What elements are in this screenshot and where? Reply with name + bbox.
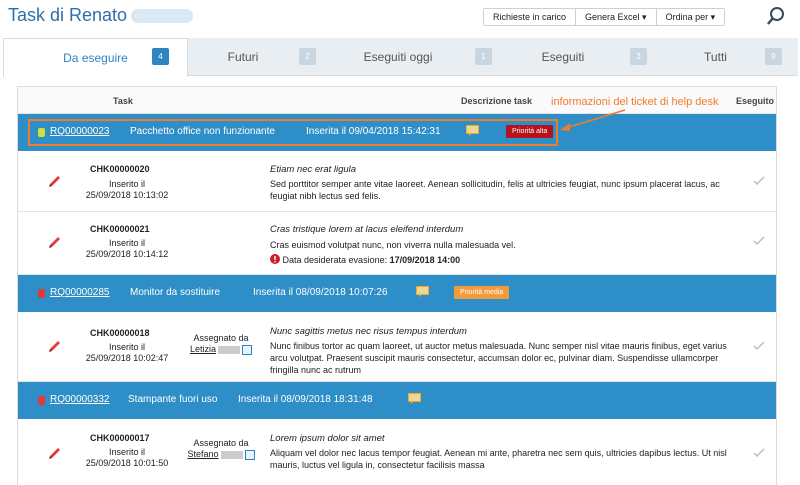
check-icon[interactable] bbox=[753, 448, 765, 458]
task-code: CHK00000021 bbox=[90, 224, 150, 234]
pencil-icon[interactable] bbox=[48, 235, 62, 249]
task-inserted: Inserito il 25/09/2018 10:01:50 bbox=[85, 447, 169, 468]
task-title: Lorem ipsum dolor sit amet bbox=[270, 433, 385, 444]
task-code: CHK00000017 bbox=[90, 433, 150, 443]
column-descrizione: Descrizione task bbox=[461, 96, 533, 106]
genera-excel-button[interactable]: Genera Excel ▾ bbox=[576, 9, 657, 25]
tab-eseguiti[interactable]: Eseguiti bbox=[498, 38, 628, 76]
pencil-icon[interactable] bbox=[48, 339, 62, 353]
tab-count: 1 bbox=[475, 48, 492, 65]
ticket-subject: Monitor da sostituire bbox=[130, 287, 221, 298]
task-description: Cras euismod volutpat nunc, non viverra … bbox=[270, 240, 516, 250]
tab-count: 4 bbox=[152, 48, 169, 65]
tab-eseguiti-oggi[interactable]: Eseguiti oggi bbox=[323, 38, 473, 76]
annotation-arrow bbox=[560, 109, 626, 131]
priority-badge: Priorità media bbox=[454, 286, 510, 299]
tab-count: 9 bbox=[765, 48, 782, 65]
check-icon[interactable] bbox=[753, 236, 765, 246]
task-deadline: Data desiderata evasione: 17/09/2018 14:… bbox=[270, 254, 460, 265]
tab-bar: Da eseguire 4 Futuri 2 Eseguiti oggi 1 E… bbox=[3, 38, 798, 77]
column-eseguito: Eseguito bbox=[736, 96, 775, 106]
ticket-row: RQ00000285 Monitor da sostituire Inserit… bbox=[18, 275, 776, 312]
column-task: Task bbox=[113, 96, 133, 106]
check-icon[interactable] bbox=[753, 176, 765, 186]
ticket-id-link[interactable]: RQ00000285 bbox=[50, 287, 110, 298]
task-description: Nunc finibus tortor ac quam laoreet, ut … bbox=[270, 341, 727, 375]
task-title: Cras tristique lorem at lacus eleifend i… bbox=[270, 224, 464, 235]
chat-icon[interactable] bbox=[416, 286, 429, 297]
external-link-icon[interactable] bbox=[242, 344, 252, 355]
task-title: Etiam nec erat ligula bbox=[270, 164, 357, 175]
status-led bbox=[38, 289, 45, 298]
toolbar: Richieste in carico Genera Excel ▾ Ordin… bbox=[483, 8, 726, 26]
ticket-inserted: Inserita il 08/09/2018 18:31:48 bbox=[238, 394, 373, 405]
blurred-name bbox=[220, 450, 243, 459]
task-description: Aliquam vel dolor nec lacus tempor feugi… bbox=[270, 448, 727, 470]
pencil-icon[interactable] bbox=[48, 446, 62, 460]
chat-icon[interactable] bbox=[408, 393, 421, 404]
assigned-by: Assegnato da Letizia bbox=[186, 333, 256, 355]
task-inserted: Inserito il 25/09/2018 10:13:02 bbox=[85, 179, 169, 200]
check-icon[interactable] bbox=[753, 341, 765, 351]
ordina-per-button[interactable]: Ordina per ▾ bbox=[656, 9, 725, 25]
tab-count: 2 bbox=[299, 48, 316, 65]
assigner-link[interactable]: Letizia bbox=[190, 344, 216, 354]
assigner-link[interactable]: Stefano bbox=[187, 449, 218, 459]
task-row[interactable]: CHK00000017 Inserito il 25/09/2018 10:01:… bbox=[18, 419, 776, 485]
task-code: CHK00000018 bbox=[90, 328, 150, 338]
task-code: CHK00000020 bbox=[90, 164, 150, 174]
header: Task di Renato Richieste in carico Gener… bbox=[0, 0, 800, 34]
task-row[interactable]: CHK00000018 Inserito il 25/09/2018 10:02:… bbox=[18, 312, 776, 382]
task-row[interactable]: CHK00000021 Inserito il 25/09/2018 10:14:… bbox=[18, 212, 776, 275]
tab-tutti[interactable]: Tutti bbox=[653, 38, 778, 76]
tab-count: 3 bbox=[630, 48, 647, 65]
ticket-subject: Stampante fuori uso bbox=[128, 394, 218, 405]
search-icon[interactable] bbox=[766, 6, 786, 26]
task-inserted: Inserito il 25/09/2018 10:14:12 bbox=[85, 238, 169, 259]
alert-icon bbox=[270, 254, 280, 264]
richieste-button[interactable]: Richieste in carico bbox=[484, 9, 577, 25]
blurred-surname bbox=[131, 9, 194, 24]
page-title: Task di Renato bbox=[8, 5, 194, 26]
tab-futuri[interactable]: Futuri bbox=[188, 38, 298, 76]
ticket-row: RQ00000332 Stampante fuori uso Inserita … bbox=[18, 382, 776, 419]
ticket-id-link[interactable]: RQ00000332 bbox=[50, 394, 110, 405]
highlight-box bbox=[28, 119, 558, 146]
assigned-by: Assegnato da Stefano bbox=[186, 438, 256, 460]
pencil-icon[interactable] bbox=[48, 174, 62, 188]
status-led bbox=[38, 396, 45, 405]
task-row[interactable]: CHK00000020 Inserito il 25/09/2018 10:13:… bbox=[18, 151, 776, 212]
task-inserted: Inserito il 25/09/2018 10:02:47 bbox=[85, 342, 169, 363]
external-link-icon[interactable] bbox=[244, 449, 255, 460]
ticket-inserted: Inserita il 08/09/2018 10:07:26 bbox=[253, 287, 388, 298]
blurred-name bbox=[218, 345, 240, 354]
task-description: Sed porttitor semper ante vitae laoreet.… bbox=[270, 179, 720, 201]
task-title: Nunc sagittis metus nec risus tempus int… bbox=[270, 326, 467, 337]
